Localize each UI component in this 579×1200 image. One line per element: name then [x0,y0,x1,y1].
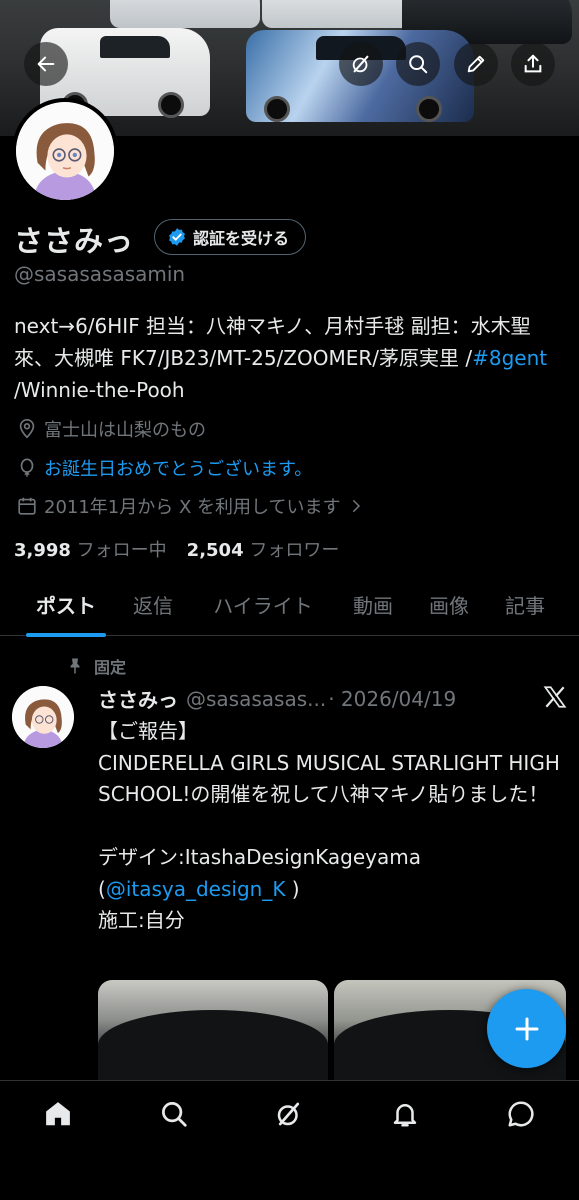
post-line: CINDERELLA GIRLS MUSICAL STARLIGHT HIGH … [98,750,567,807]
avatar-illustration [12,686,74,748]
arrow-left-icon [37,56,55,72]
calendar-icon [18,497,36,515]
avatar-image [16,102,114,200]
plus-icon [515,1017,538,1040]
bio-hashtag[interactable]: #8gent [472,346,547,370]
nav-search[interactable] [144,1099,204,1139]
balloon-icon [20,458,34,477]
car-wheel [264,96,290,122]
verified-badge-icon [169,228,185,246]
search-button[interactable] [396,42,440,86]
post-author-avatar[interactable] [12,686,74,748]
post-text: 【ご報告】 CINDERELLA GIRLS MUSICAL STARLIGHT … [98,716,568,937]
post-header: ささみっ @sasasasas... · 2026/04/19 [98,684,568,713]
car-wheel [416,96,442,122]
post-author-handle[interactable]: @sasasasas... [186,687,326,711]
pinned-indicator: 固定 [66,654,126,678]
post-date[interactable]: · 2026/04/19 [328,687,456,711]
post-mention-line: (@itasya_design_K ) [98,874,568,906]
display-name: ささみっ [14,224,135,258]
following-link[interactable]: 3,998 フォロー中 [14,536,167,562]
profile-bio: next→6/6HIF 担当：八神マキノ、月村手毬 副担：水木聖來、大槻唯 FK… [14,310,569,406]
grok-icon [352,55,369,73]
messages-icon [508,1101,534,1127]
banner-car [262,0,412,28]
joined-text: 2011年1月から X を利用しています [44,497,341,518]
followers-link[interactable]: 2,504 フォロワー [187,536,340,562]
tab-highlights[interactable]: ハイライト [206,578,320,636]
following-count: 3,998 [14,540,71,561]
bottom-navigation [0,1080,579,1200]
grok-button[interactable] [339,42,383,86]
tab-media[interactable]: 画像 [426,578,472,636]
profile-handle: @sasasasasamin [14,262,186,286]
nav-messages[interactable] [491,1099,551,1139]
pencil-icon [467,55,485,73]
nav-home[interactable] [28,1099,88,1139]
profile-avatar[interactable] [12,98,118,204]
pinned-label: 固定 [94,658,127,677]
birthday-text[interactable]: お誕生日おめでとうございます。 [44,455,312,481]
x-logo-icon [543,686,567,708]
followers-label: フォロワー [249,540,340,561]
back-button[interactable] [24,42,68,86]
mention-close: ) [285,876,300,901]
nav-notifications[interactable] [375,1099,435,1139]
compose-post-button[interactable] [487,989,566,1068]
post-line: 【ご報告】 [98,719,198,743]
following-label: フォロー中 [76,540,167,561]
post-line: デザイン:ItashaDesignKageyama [98,845,421,869]
home-icon [46,1102,70,1126]
chevron-right-icon [352,500,360,512]
profile-joined[interactable]: 2011年1月から X を利用しています [16,493,365,519]
bio-tail: /Winnie-the-Pooh [14,378,185,402]
banner-car [110,0,260,28]
tab-posts[interactable]: ポスト [26,578,106,637]
post-media-image[interactable] [98,980,328,1080]
edit-button[interactable] [454,42,498,86]
followers-count: 2,504 [186,540,244,561]
profile-location: 富士山は山梨のもの [16,416,206,442]
get-verified-button[interactable]: 認証を受ける [154,219,307,255]
post-line: 施工:自分 [98,908,185,932]
nav-grok[interactable] [259,1099,319,1139]
tab-videos[interactable]: 動画 [350,578,396,636]
media-car-shape [98,1010,328,1080]
car-wheel [158,92,184,118]
notifications-icon [394,1104,417,1127]
share-icon [524,54,542,73]
avatar-illustration [16,102,114,200]
location-text: 富士山は山梨のもの [44,420,206,441]
search-icon [161,1102,187,1127]
follow-stats: 3,998 フォロー中 2,504 フォロワー [14,536,339,562]
get-verified-label: 認証を受ける [193,229,290,248]
tab-replies[interactable]: 返信 [130,578,176,636]
tab-articles[interactable]: 記事 [502,578,548,636]
post-author-name[interactable]: ささみっ [98,684,178,713]
post-mention-link[interactable]: @itasya_design_K [106,877,286,901]
bio-text: next→6/6HIF 担当：八神マキノ、月村手毬 副担：水木聖來、大槻唯 FK… [14,314,531,370]
mention-open: ( [98,876,106,901]
grok-icon [278,1102,300,1126]
profile-birthday[interactable]: お誕生日おめでとうございます。 [16,455,312,481]
location-pin-icon [19,419,35,439]
share-button[interactable] [511,42,555,86]
search-icon [409,55,428,74]
profile-tabs: ポスト 返信 ハイライト 動画 画像 記事 [0,578,579,637]
pin-icon [70,658,80,674]
